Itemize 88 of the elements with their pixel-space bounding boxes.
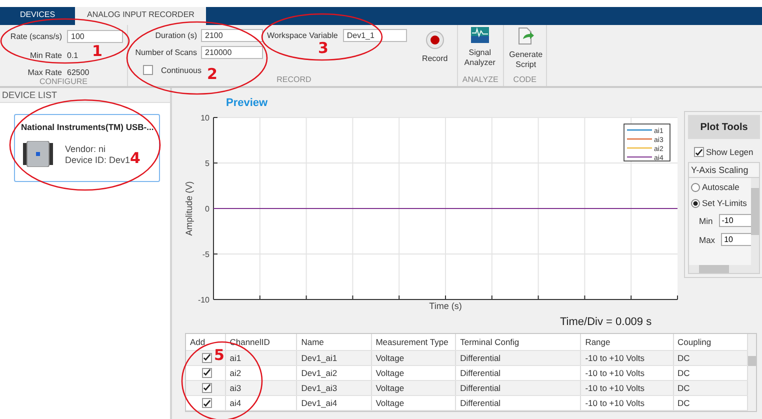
checkbox[interactable] bbox=[202, 398, 212, 408]
column-header[interactable]: Range bbox=[581, 334, 674, 350]
scrollbar[interactable] bbox=[751, 178, 759, 265]
table-cell: -10 to +10 Volts bbox=[581, 350, 674, 365]
device-name: National Instruments(TM) USB-... bbox=[21, 122, 154, 132]
table-cell: Differential bbox=[456, 396, 582, 410]
section-title: CODE bbox=[512, 75, 538, 86]
section-title: ANALYZE bbox=[461, 75, 500, 86]
tab[interactable]: ANALOG INPUT RECORDER bbox=[75, 7, 206, 25]
checkbox[interactable] bbox=[202, 352, 212, 363]
checkbox[interactable] bbox=[202, 382, 212, 393]
radio-button[interactable] bbox=[691, 182, 700, 192]
column-header[interactable]: Name bbox=[297, 334, 372, 350]
field-label: Max bbox=[699, 234, 716, 244]
table-cell: Dev1_ai1 bbox=[297, 350, 372, 365]
table-cell: Differential bbox=[456, 366, 582, 380]
section-title: RECORD bbox=[276, 75, 312, 86]
time-div-label: Time/Div = 0.009 s bbox=[560, 316, 652, 329]
column-header[interactable]: ChannelID bbox=[226, 334, 298, 350]
device-id: Device ID: Dev1 bbox=[65, 154, 130, 164]
field-label: Number of Scans bbox=[134, 48, 197, 57]
field-label: Workspace Variable bbox=[267, 31, 338, 40]
panel-title: DEVICE LIST bbox=[0, 88, 170, 103]
table-cell: ai4 bbox=[226, 396, 298, 410]
table-cell: Dev1_ai3 bbox=[297, 380, 372, 395]
workspace-variable-field[interactable]: Dev1_1 bbox=[342, 29, 407, 42]
table-cell: -10 to +10 Volts bbox=[581, 396, 674, 410]
table-cell: -10 to +10 Volts bbox=[581, 380, 674, 395]
section-title: CONFIGURE bbox=[38, 77, 88, 86]
signal-analyzer-button[interactable]: Signal Analyzer bbox=[458, 25, 502, 75]
field-label: Min bbox=[699, 216, 713, 226]
tick-label: 10 bbox=[200, 114, 210, 122]
radio-label: Autoscale bbox=[702, 182, 740, 192]
readout-label: Max Rate bbox=[26, 68, 62, 77]
table-cell: Dev1_ai4 bbox=[297, 396, 372, 410]
y-axis-label: Amplitude (V) bbox=[184, 181, 194, 236]
record-button[interactable]: Record bbox=[412, 29, 457, 64]
device-vendor: Vendor: ni bbox=[65, 144, 107, 154]
tab[interactable]: DEVICES bbox=[0, 7, 75, 25]
device-icon bbox=[23, 141, 53, 167]
input-field[interactable]: 210000 bbox=[201, 46, 263, 59]
max-field[interactable]: 10 bbox=[721, 233, 751, 246]
annotation-number: 3 bbox=[318, 39, 328, 57]
readout-value: 62500 bbox=[67, 68, 90, 77]
table-cell: Dev1_ai2 bbox=[297, 366, 372, 380]
checkbox[interactable] bbox=[694, 147, 704, 157]
panel-title: Y-Axis Scaling bbox=[689, 163, 759, 178]
table-cell: Voltage bbox=[372, 396, 456, 410]
min-field[interactable]: -10 bbox=[718, 214, 751, 227]
checkbox-label: Show Legen bbox=[706, 147, 754, 157]
scrollbar[interactable] bbox=[748, 334, 756, 411]
checkbox-label: Continuous bbox=[161, 66, 202, 74]
legend-box bbox=[624, 124, 670, 162]
scrollbar[interactable] bbox=[689, 265, 759, 273]
tick-label: 5 bbox=[205, 159, 210, 168]
table-cell: ai1 bbox=[226, 350, 298, 365]
radio-label: Set Y-Limits bbox=[702, 198, 747, 208]
annotation-number: 4 bbox=[130, 149, 140, 167]
annotation-number: 1 bbox=[92, 42, 102, 60]
tick-label: -10 bbox=[198, 296, 210, 304]
readout-value: 0.1 bbox=[67, 51, 80, 60]
table-cell: Voltage bbox=[372, 380, 456, 395]
table-cell: ai2 bbox=[226, 366, 298, 380]
field-label: Duration (s) bbox=[154, 31, 197, 40]
checkbox[interactable] bbox=[143, 65, 153, 75]
checkbox[interactable] bbox=[202, 368, 212, 378]
plot-tools-button[interactable]: Plot Tools bbox=[688, 115, 760, 139]
table-cell: Differential bbox=[456, 380, 582, 395]
generate-script-button[interactable]: Generate Script bbox=[504, 25, 548, 75]
tick-label: -5 bbox=[202, 250, 210, 259]
table-cell: ai3 bbox=[226, 380, 298, 395]
rate-field[interactable]: 100 bbox=[67, 30, 123, 43]
annotation-number: 2 bbox=[207, 65, 218, 83]
radio-button[interactable] bbox=[691, 198, 700, 208]
table-cell: Voltage bbox=[372, 350, 456, 365]
input-field[interactable]: 2100 bbox=[201, 29, 263, 42]
readout-label: Min Rate bbox=[28, 51, 62, 60]
table-cell: Differential bbox=[456, 350, 582, 365]
record-icon bbox=[426, 31, 444, 49]
table-cell: Voltage bbox=[372, 366, 456, 380]
field-label: Rate (scans/s) bbox=[9, 32, 62, 41]
x-axis-label: Time (s) bbox=[429, 301, 462, 311]
column-header[interactable]: Measurement Type bbox=[372, 334, 456, 350]
preview-title: Preview bbox=[226, 97, 269, 110]
table-cell: -10 to +10 Volts bbox=[581, 366, 674, 380]
column-header[interactable]: Add bbox=[186, 334, 226, 350]
tick-label: 0 bbox=[205, 204, 210, 214]
column-header[interactable]: Terminal Config bbox=[456, 334, 582, 350]
